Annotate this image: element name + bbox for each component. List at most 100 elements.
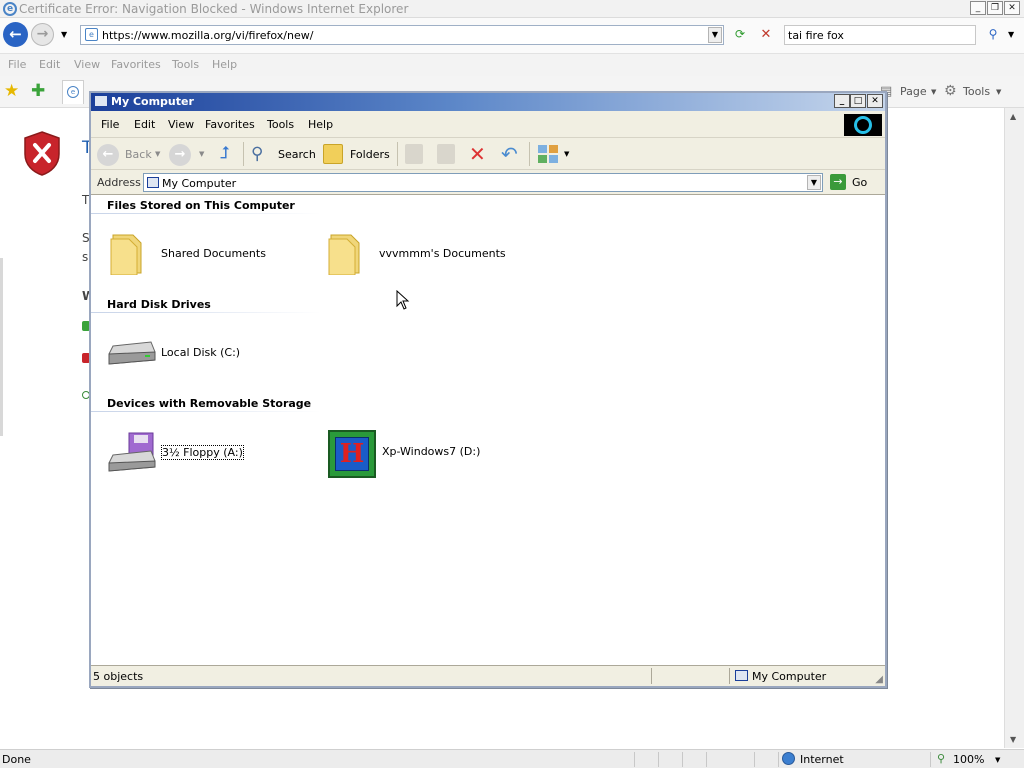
mc-menu-favorites[interactable]: Favorites — [205, 118, 255, 131]
tools-menu-button[interactable]: Tools — [963, 85, 990, 98]
search-icon[interactable]: ⚲ — [251, 144, 263, 164]
views-dropdown-icon[interactable]: ▼ — [564, 150, 569, 158]
stop-icon[interactable]: ✕ — [757, 27, 775, 43]
my-computer-status-bar: 5 objects My Computer ◢ — [91, 665, 885, 686]
mc-menu-edit[interactable]: Edit — [134, 118, 155, 131]
mc-menu-view[interactable]: View — [168, 118, 194, 131]
scroll-down-icon[interactable]: ▼ — [1010, 735, 1016, 744]
mc-menu-tools[interactable]: Tools — [267, 118, 294, 131]
refresh-icon[interactable]: ⟳ — [731, 27, 749, 43]
side-panel-edge — [0, 258, 3, 436]
shared-documents-item[interactable]: Shared Documents — [107, 229, 317, 279]
address-label: Address — [97, 176, 141, 189]
local-disk-item[interactable]: Local Disk (C:) — [107, 328, 317, 378]
item-label: vvvmmm's Documents — [379, 247, 506, 260]
undo-icon[interactable]: ↶ — [501, 142, 518, 166]
forward-icon[interactable]: → — [169, 144, 191, 166]
ie-search-box[interactable]: tai fire fox — [784, 25, 976, 45]
mc-address-dropdown-icon[interactable]: ▼ — [807, 175, 821, 190]
page-menu-button[interactable]: Page — [900, 85, 927, 98]
mc-menu-file[interactable]: File — [101, 118, 119, 131]
ie-tab[interactable]: e — [62, 80, 84, 104]
folder-icon — [328, 234, 360, 275]
page-text-fragment: s — [82, 250, 89, 264]
tab-page-icon: e — [67, 86, 79, 98]
status-divider — [651, 668, 652, 684]
views-tile-icon — [538, 145, 547, 153]
my-computer-title-bar[interactable]: My Computer _ □ ✕ — [91, 93, 885, 111]
mouse-cursor — [396, 290, 410, 310]
page-dropdown-icon[interactable]: ▼ — [931, 88, 936, 96]
favorites-star-icon[interactable]: ★ — [4, 81, 19, 101]
group-heading: Files Stored on This Computer — [107, 199, 295, 212]
ie-vertical-scrollbar[interactable]: ▲ ▼ — [1004, 108, 1024, 748]
group-heading: Devices with Removable Storage — [107, 397, 312, 410]
user-documents-item[interactable]: vvvmmm's Documents — [325, 229, 535, 279]
mc-maximize-button[interactable]: □ — [850, 94, 866, 108]
go-arrow-icon[interactable]: → — [830, 174, 846, 190]
add-favorites-icon[interactable]: ✚ — [31, 81, 45, 101]
computer-icon — [94, 95, 108, 107]
floppy-drive-item[interactable]: 3½ Floppy (A:) — [107, 427, 317, 477]
drive-badge-icon: H — [335, 437, 369, 471]
zoom-level[interactable]: 100% — [953, 753, 984, 766]
restore-button[interactable]: ❐ — [987, 1, 1003, 15]
tools-dropdown-icon[interactable]: ▼ — [996, 88, 1001, 96]
forward-dropdown-icon[interactable]: ▼ — [199, 150, 204, 158]
move-to-icon[interactable] — [405, 144, 423, 164]
drive-badge-glyph: H — [339, 439, 365, 469]
delete-icon[interactable]: ✕ — [469, 142, 486, 166]
mc-menu-help[interactable]: Help — [308, 118, 333, 131]
zoom-dropdown-icon[interactable]: ▼ — [995, 756, 1000, 764]
scroll-up-icon[interactable]: ▲ — [1010, 112, 1016, 121]
copy-to-icon[interactable] — [437, 144, 455, 164]
my-computer-window-title: My Computer — [111, 95, 194, 108]
folders-icon[interactable] — [323, 144, 343, 164]
mc-address-value: My Computer — [162, 177, 237, 190]
cd-drive-item[interactable]: H Xp-Windows7 (D:) — [328, 427, 538, 478]
mc-address-input[interactable]: My Computer — [143, 173, 823, 192]
ie-menu-bar: File Edit View Favorites Tools Help — [0, 54, 1024, 76]
folders-button[interactable]: Folders — [350, 148, 390, 161]
group-heading: Hard Disk Drives — [107, 298, 211, 311]
ie-menu-edit[interactable]: Edit — [39, 58, 60, 71]
ie-menu-file[interactable]: File — [8, 58, 26, 71]
my-computer-toolbar: ← Back ▼ → ▼ ⮥ ⚲ Search Folders ✕ ↶ ▼ — [91, 138, 885, 170]
internet-zone-globe-icon — [782, 752, 795, 765]
minimize-button[interactable]: _ — [970, 1, 986, 15]
ie-search-text: tai fire fox — [788, 29, 844, 42]
folder-icon — [110, 234, 142, 275]
floppy-drive-icon — [108, 432, 156, 472]
ie-menu-favorites[interactable]: Favorites — [111, 58, 161, 71]
group-divider — [91, 312, 321, 313]
ie-menu-tools[interactable]: Tools — [172, 58, 199, 71]
address-dropdown-icon[interactable]: ▼ — [708, 27, 722, 43]
cd-drive-icon: H — [328, 430, 376, 478]
my-computer-menu-bar: File Edit View Favorites Tools Help — [91, 111, 885, 138]
group-divider — [91, 411, 321, 412]
resize-grip-icon[interactable]: ◢ — [875, 674, 883, 685]
search-options-dropdown-icon[interactable]: ▼ — [1008, 30, 1014, 39]
mc-close-button[interactable]: ✕ — [867, 94, 883, 108]
views-icon[interactable] — [538, 144, 560, 164]
go-button[interactable]: Go — [852, 176, 867, 189]
forward-arrow-icon[interactable]: → — [31, 23, 54, 46]
ie-address-bar[interactable]: e https://www.mozilla.org/vi/firefox/new… — [80, 25, 724, 45]
search-button[interactable]: Search — [278, 148, 316, 161]
ie-menu-help[interactable]: Help — [212, 58, 237, 71]
page-icon: e — [85, 28, 98, 41]
ie-menu-view[interactable]: View — [74, 58, 100, 71]
recent-pages-dropdown-icon[interactable]: ▼ — [61, 30, 67, 39]
search-icon[interactable]: ⚲ — [983, 27, 1003, 43]
close-button[interactable]: ✕ — [1004, 1, 1020, 15]
status-segment — [634, 752, 635, 767]
mc-minimize-button[interactable]: _ — [834, 94, 850, 108]
back-dropdown-icon[interactable]: ▼ — [155, 150, 160, 158]
up-folder-icon[interactable]: ⮥ — [215, 143, 235, 165]
object-count: 5 objects — [93, 670, 144, 683]
my-computer-address-bar: Address My Computer ▼ → Go — [91, 170, 885, 195]
back-arrow-icon[interactable]: ← — [3, 22, 28, 47]
back-icon[interactable]: ← — [97, 144, 119, 166]
status-segment — [754, 752, 755, 767]
back-button[interactable]: Back — [125, 148, 152, 161]
